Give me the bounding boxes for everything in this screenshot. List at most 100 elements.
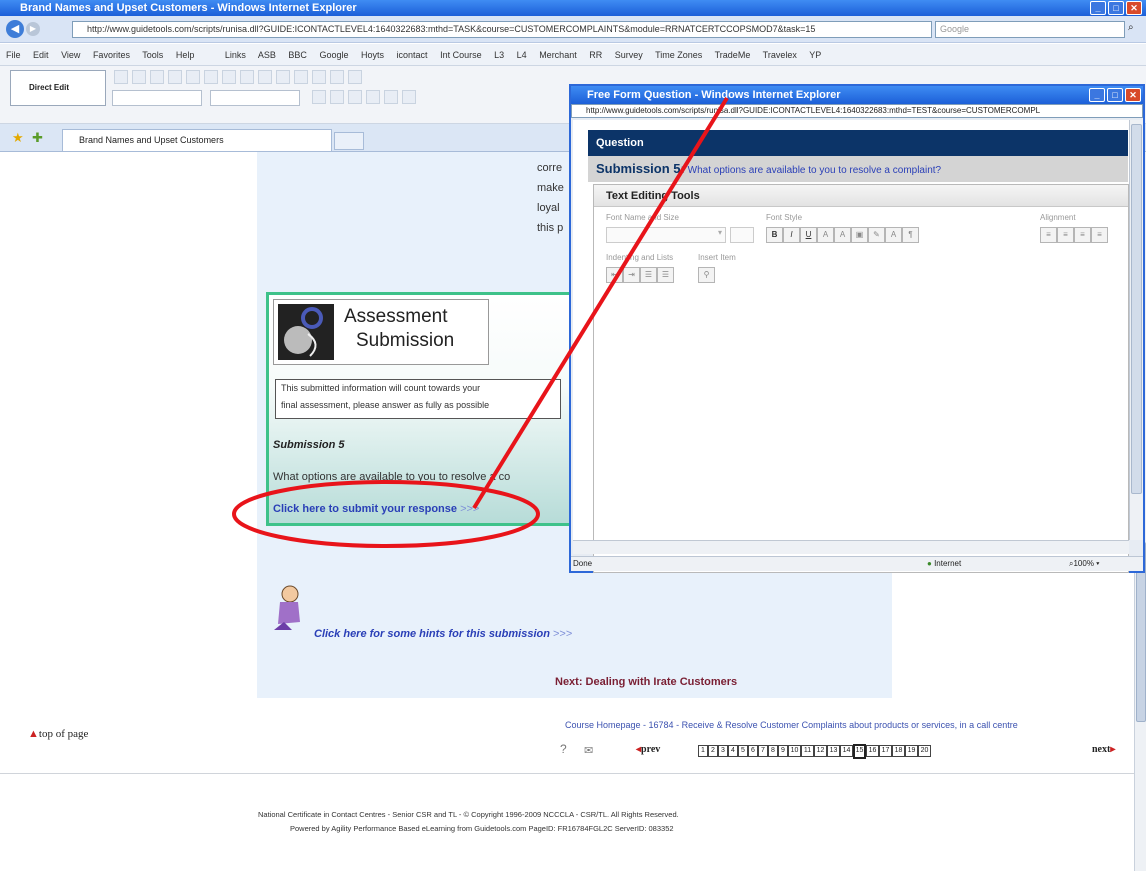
font-size-select[interactable]	[730, 227, 754, 243]
underline-button[interactable]	[348, 90, 362, 104]
maximize-button[interactable]: □	[1108, 1, 1124, 15]
page-button[interactable]: 4	[728, 745, 738, 757]
size-select[interactable]	[210, 90, 300, 106]
justify-button[interactable]: ≡	[1091, 227, 1108, 243]
align-center-button[interactable]: ≡	[1057, 227, 1074, 243]
page-button[interactable]: 8	[768, 745, 778, 757]
top-of-page-link[interactable]: ▲top of page	[28, 728, 88, 740]
link-google[interactable]: Google	[319, 50, 348, 60]
paragraph-button[interactable]: ¶	[902, 227, 919, 243]
highlight-button[interactable]: ✎	[868, 227, 885, 243]
page-button[interactable]: 16	[866, 745, 879, 757]
prev-link[interactable]: ◂prev	[636, 744, 660, 755]
popup-close-button[interactable]: ✕	[1125, 88, 1141, 102]
help-icon[interactable]: ?	[560, 742, 567, 756]
page-button[interactable]: 9	[778, 745, 788, 757]
menu-file[interactable]: File	[6, 50, 21, 60]
menu-view[interactable]: View	[61, 50, 80, 60]
toolbar-button[interactable]	[348, 70, 362, 84]
popup-minimize-button[interactable]: _	[1089, 88, 1105, 102]
bold-button[interactable]: B	[766, 227, 783, 243]
link-yp[interactable]: YP	[809, 50, 821, 60]
font-select[interactable]	[112, 90, 202, 106]
course-homepage-link[interactable]: Course Homepage - 16784 - Receive & Reso…	[565, 720, 1018, 730]
font-name-select[interactable]: ▾	[606, 227, 726, 243]
search-input[interactable]: Google	[935, 21, 1125, 38]
page-button[interactable]: 11	[801, 745, 814, 757]
toolbar-button[interactable]	[294, 70, 308, 84]
underline-button[interactable]: U	[800, 227, 817, 243]
link-time-zones[interactable]: Time Zones	[655, 50, 702, 60]
toolbar-button[interactable]	[186, 70, 200, 84]
toolbar-button[interactable]	[240, 70, 254, 84]
menu-favorites[interactable]: Favorites	[93, 50, 130, 60]
add-favorite-icon[interactable]: ✚	[32, 130, 43, 146]
popup-address-bar[interactable]: http://www.guidetools.com/scripts/runisa…	[571, 104, 1143, 118]
toolbar-button[interactable]	[258, 70, 272, 84]
font-color-button[interactable]: A	[885, 227, 902, 243]
outdent-button[interactable]: ⇤	[606, 267, 623, 283]
menu-help[interactable]: Help	[176, 50, 195, 60]
page-button[interactable]: 17	[879, 745, 892, 757]
link-survey[interactable]: Survey	[615, 50, 643, 60]
text-color-button[interactable]: ▣	[851, 227, 868, 243]
link-int-course[interactable]: Int Course	[440, 50, 482, 60]
page-button[interactable]: 5	[738, 745, 748, 757]
bullet-list-button[interactable]: ☰	[657, 267, 674, 283]
ordered-list-button[interactable]: ☰	[640, 267, 657, 283]
minimize-button[interactable]: _	[1090, 1, 1106, 15]
page-button[interactable]: 7	[758, 745, 768, 757]
favorites-star-icon[interactable]: ★	[12, 130, 24, 146]
bold-button[interactable]	[312, 90, 326, 104]
menu-tools[interactable]: Tools	[142, 50, 163, 60]
link-rr[interactable]: RR	[589, 50, 602, 60]
next-lesson-link[interactable]: Next: Dealing with Irate Customers	[555, 676, 737, 688]
page-button[interactable]: 14	[840, 745, 853, 757]
forward-icon[interactable]: ▶	[26, 22, 40, 36]
direct-edit-button[interactable]: Direct Edit	[10, 70, 106, 106]
popup-maximize-button[interactable]: □	[1107, 88, 1123, 102]
popup-horizontal-scrollbar[interactable]	[573, 540, 1129, 554]
menu-edit[interactable]: Edit	[33, 50, 49, 60]
link-hoyts[interactable]: Hoyts	[361, 50, 384, 60]
text-editor[interactable]: Text Editing Tools Font Name and Size Fo…	[593, 184, 1129, 573]
link-travelex[interactable]: Travelex	[763, 50, 797, 60]
submit-response-link[interactable]: Click here to submit your response >>>	[273, 503, 479, 515]
link-trademe[interactable]: TradeMe	[715, 50, 751, 60]
page-button[interactable]: 13	[827, 745, 840, 757]
indent-button[interactable]: ⇥	[623, 267, 640, 283]
page-button[interactable]: 18	[892, 745, 905, 757]
page-button[interactable]: 10	[788, 745, 801, 757]
new-tab-button[interactable]	[334, 132, 364, 150]
italic-button[interactable]: I	[783, 227, 800, 243]
toolbar-button[interactable]	[402, 90, 416, 104]
popup-vertical-scrollbar[interactable]	[1129, 120, 1143, 540]
align-right-button[interactable]: ≡	[1074, 227, 1091, 243]
toolbar-button[interactable]	[330, 70, 344, 84]
insert-link-button[interactable]: ⚲	[698, 267, 715, 283]
toolbar-button[interactable]	[222, 70, 236, 84]
back-icon[interactable]: ◀	[6, 20, 24, 38]
link-l3[interactable]: L3	[494, 50, 504, 60]
italic-button[interactable]	[330, 90, 344, 104]
page-button-current[interactable]: 15	[853, 744, 866, 759]
toolbar-button[interactable]	[114, 70, 128, 84]
page-button[interactable]: 3	[718, 745, 728, 757]
toolbar-button[interactable]	[168, 70, 182, 84]
close-button[interactable]: ✕	[1126, 1, 1142, 15]
link-asb[interactable]: ASB	[258, 50, 276, 60]
tab-brand-names[interactable]: Brand Names and Upset Customers	[62, 129, 332, 151]
page-button[interactable]: 6	[748, 745, 758, 757]
toolbar-button[interactable]	[366, 90, 380, 104]
superscript-button[interactable]: A	[834, 227, 851, 243]
link-bbc[interactable]: BBC	[288, 50, 307, 60]
hint-link-text[interactable]: Click here for some hints for this submi…	[314, 628, 550, 640]
link-l4[interactable]: L4	[517, 50, 527, 60]
status-zoom[interactable]: ⌕100% ▾	[1069, 557, 1100, 571]
link-merchant[interactable]: Merchant	[539, 50, 577, 60]
toolbar-button[interactable]	[384, 90, 398, 104]
toolbar-button[interactable]	[312, 70, 326, 84]
page-button[interactable]: 1	[698, 745, 708, 757]
popup-scroll-thumb[interactable]	[1131, 124, 1142, 494]
page-button[interactable]: 2	[708, 745, 718, 757]
